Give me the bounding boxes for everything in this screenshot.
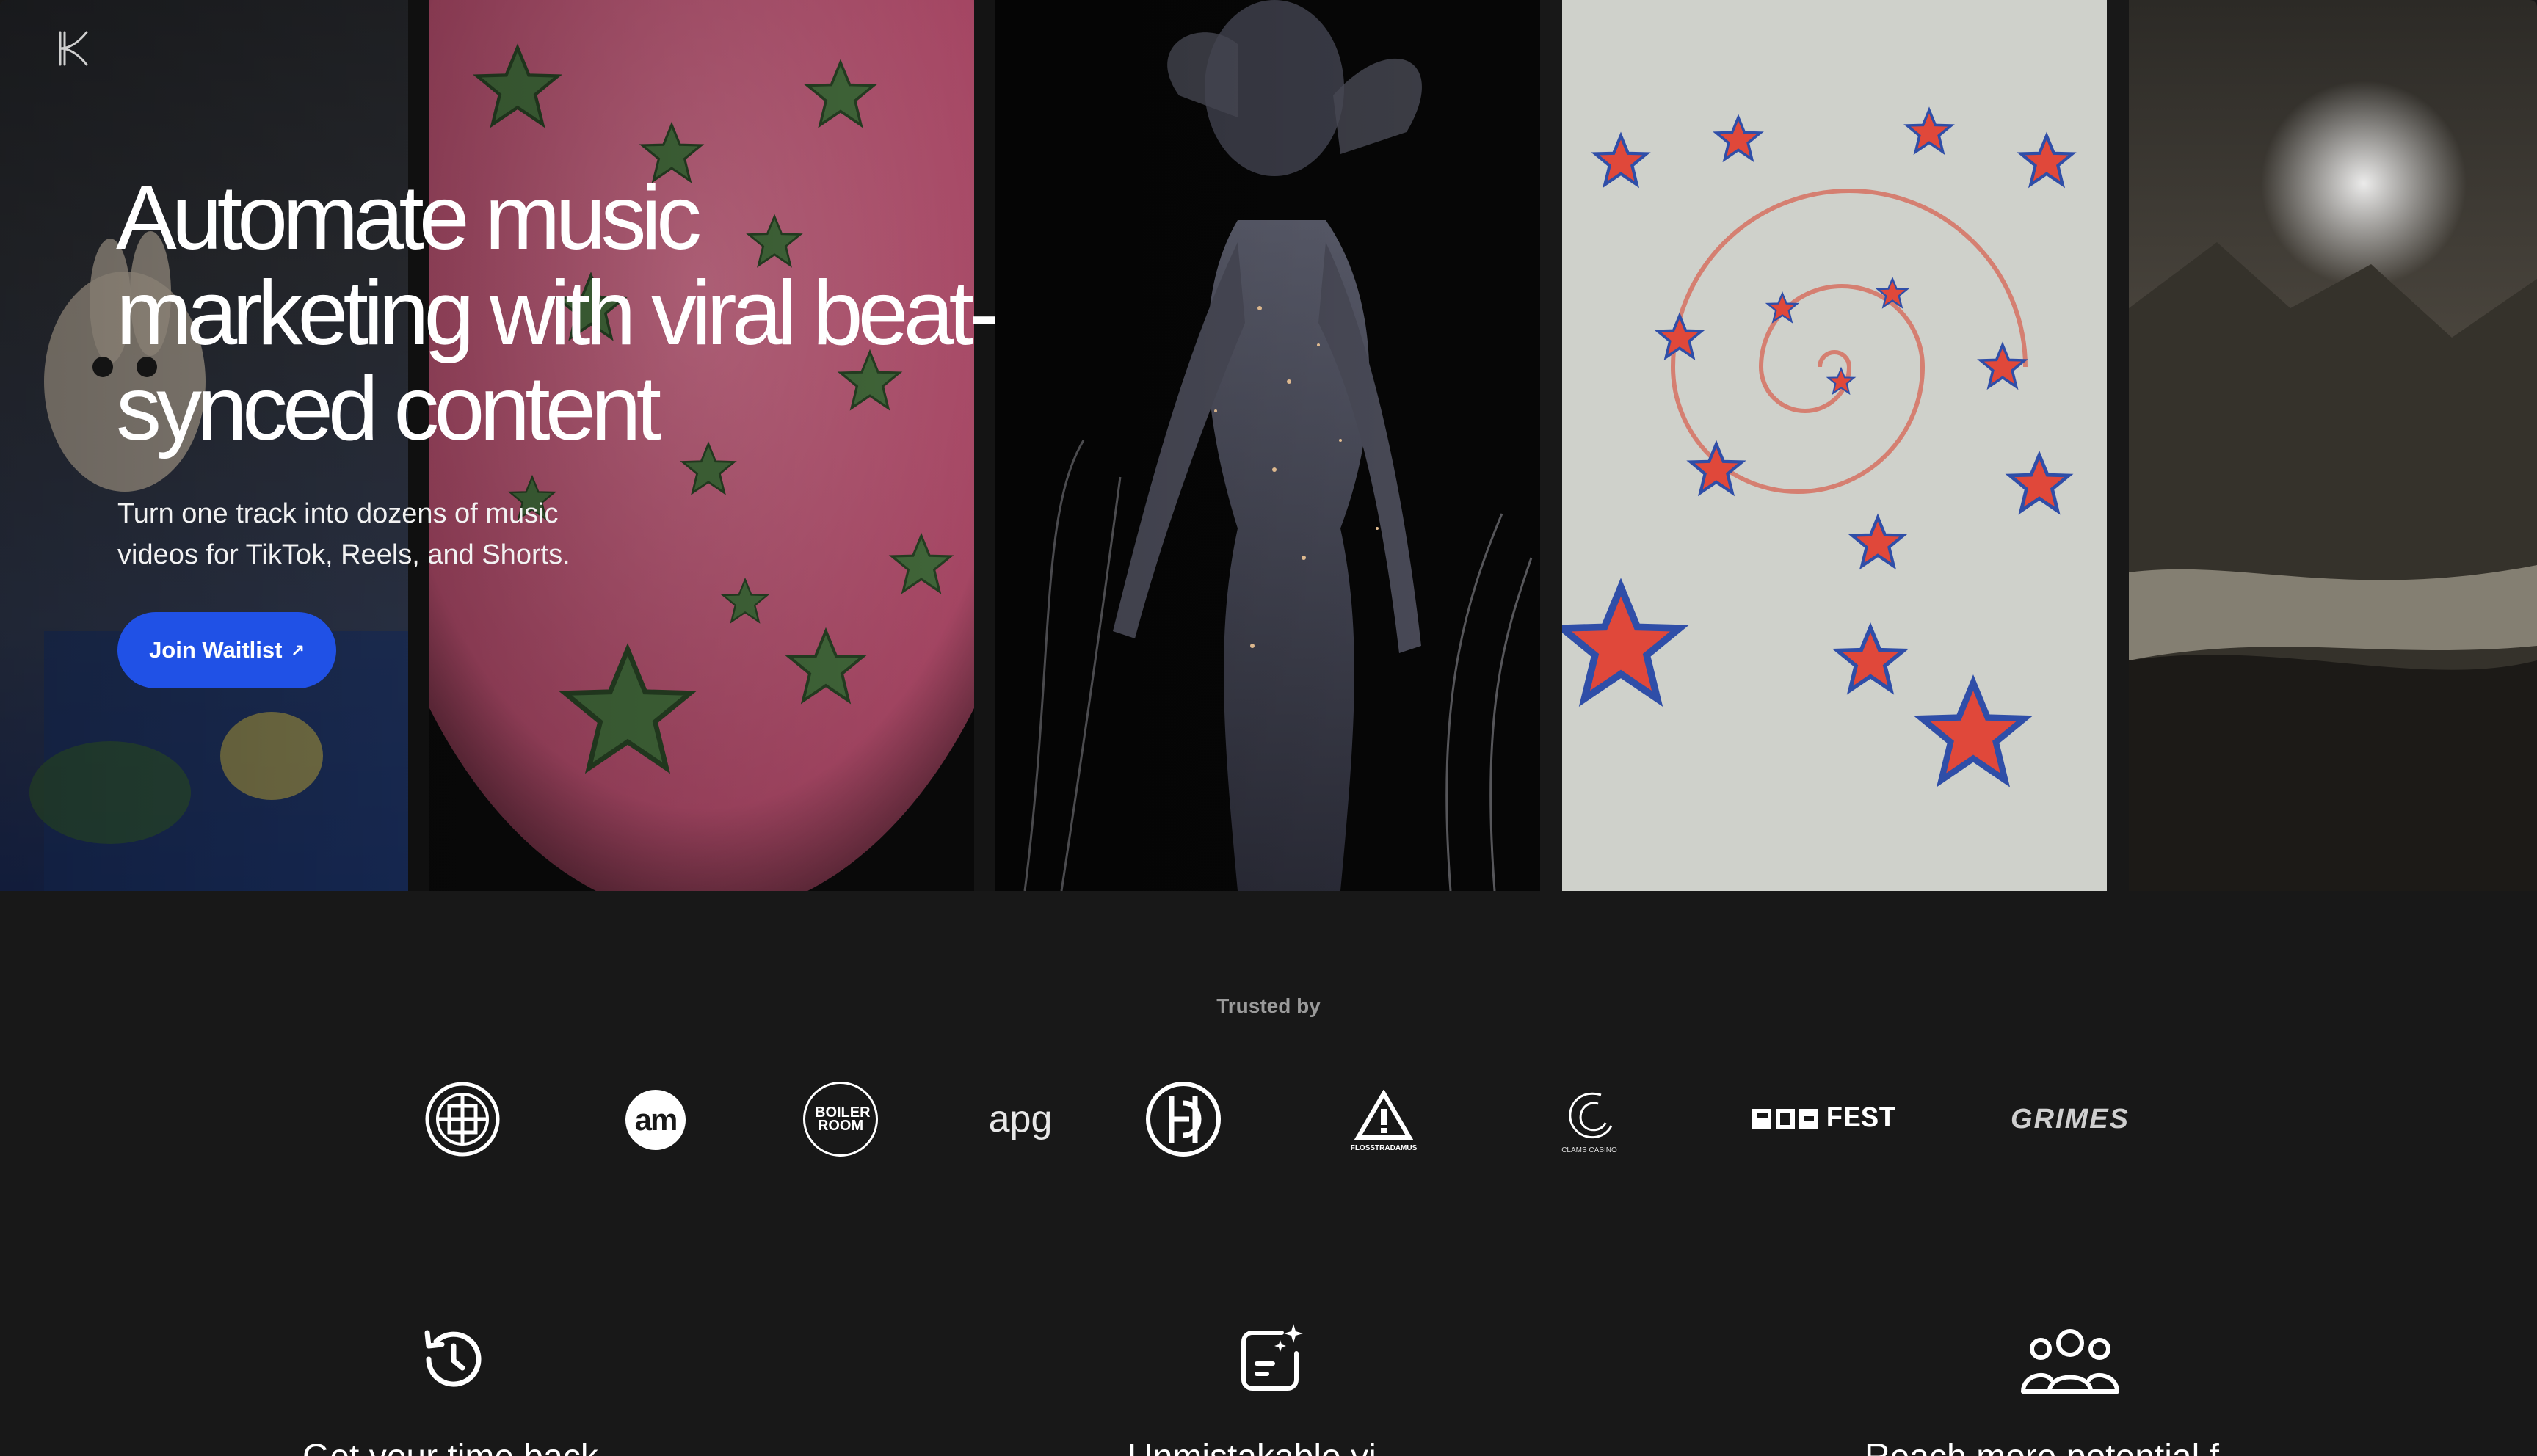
join-waitlist-button[interactable]: Join Waitlist ↗ — [117, 612, 336, 688]
arrow-up-right-icon: ↗ — [291, 641, 305, 659]
hero-image-glass-figure — [995, 0, 1540, 891]
feature-title-time: Get your time back — [302, 1437, 598, 1456]
feature-title-unmistakable: Unmistakable vi — [1128, 1437, 1376, 1456]
fest-logo: FEST — [1747, 1093, 1901, 1145]
feature-title-reach: Reach more potential f — [1865, 1437, 2219, 1456]
history-clock-icon — [414, 1321, 490, 1397]
page: Automate music marketing with viral beat… — [0, 0, 2537, 1456]
apg-text: apg — [988, 1098, 1053, 1140]
boiler-room-logo: BOILER ROOM — [803, 1082, 878, 1157]
hero-image-star-spiral — [1562, 0, 2107, 891]
trusted-logos: am BOILER ROOM apg FLOSSTRADAMUS CLAMS C… — [0, 1064, 2537, 1174]
sparkle-message-icon — [1230, 1321, 1307, 1397]
trusted-by-label: Trusted by — [1216, 994, 1321, 1017]
apg-logo: apg — [976, 1090, 1064, 1149]
k-logo-icon[interactable] — [51, 26, 95, 70]
hero-image-landscape — [2129, 0, 2537, 891]
am-logo-text: am — [634, 1102, 678, 1137]
join-waitlist-label: Join Waitlist — [149, 637, 283, 663]
geometric-circle-logo — [424, 1081, 501, 1157]
hero-headline: Automate music marketing with viral beat… — [116, 167, 999, 459]
clams-casino-text: CLAMS CASINO — [1561, 1146, 1617, 1154]
circle-glyph-logo — [1145, 1081, 1222, 1157]
boiler-room-text: BOILER ROOM — [815, 1104, 871, 1134]
flosstradamus-logo: FLOSSTRADAMUS — [1336, 1082, 1431, 1159]
grimes-text: GRIMES — [2011, 1103, 2130, 1135]
am-logo: am — [625, 1090, 686, 1150]
flosstradamus-text: FLOSSTRADAMUS — [1350, 1143, 1418, 1152]
hero-subheadline: Turn one track into dozens of music vide… — [117, 498, 570, 570]
grimes-logo: GRIMES — [1997, 1093, 2144, 1145]
clams-casino-logo: CLAMS CASINO — [1549, 1075, 1630, 1163]
users-group-icon — [2019, 1321, 2122, 1397]
fest-text: FEST — [1825, 1102, 1896, 1136]
